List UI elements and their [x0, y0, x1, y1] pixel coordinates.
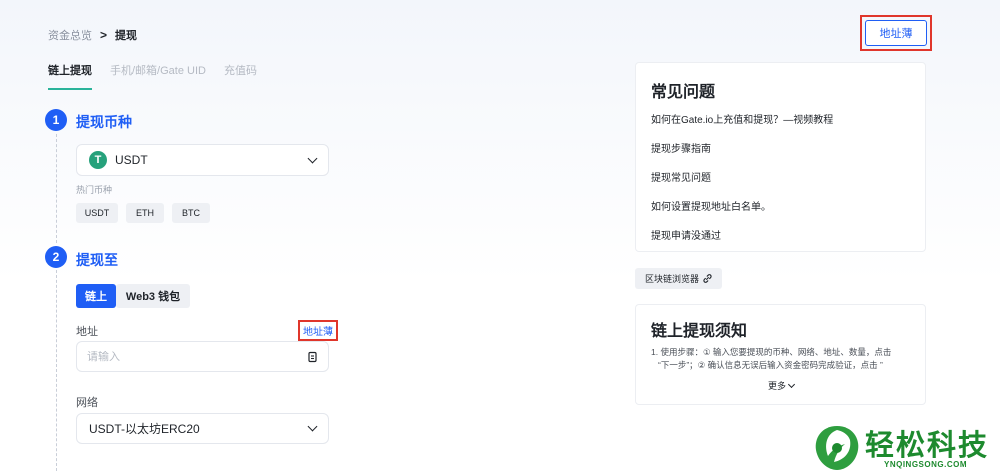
watermark-logo: 轻松科技 YNQINGSONG.COM [812, 420, 998, 471]
step-1-title: 提现币种 [76, 114, 132, 130]
step-2-badge: 2 [45, 246, 67, 268]
step-2-title: 提现至 [76, 252, 118, 268]
tether-icon: T [89, 151, 107, 169]
hot-coin-btc[interactable]: BTC [172, 203, 210, 223]
chevron-down-icon [787, 380, 796, 388]
tab-gift-code[interactable]: 充值码 [224, 62, 257, 90]
address-label: 地址 [76, 326, 98, 338]
address-input-wrapper [76, 341, 329, 372]
address-input[interactable] [87, 350, 307, 363]
more-label: 更多 [768, 381, 787, 391]
explorer-label: 区块链浏览器 [644, 274, 699, 284]
segment-onchain[interactable]: 链上 [76, 284, 116, 308]
watermark-url: YNQINGSONG.COM [884, 460, 968, 469]
address-book-button[interactable]: 地址薄 [865, 20, 927, 46]
breadcrumb: 资金总览 > 提现 [48, 27, 137, 43]
network-select[interactable]: USDT-以太坊ERC20 [76, 413, 329, 444]
hot-coin-eth[interactable]: ETH [126, 203, 164, 223]
faq-item[interactable]: 提现步骤指南 [651, 140, 711, 155]
faq-title: 常见问题 [651, 84, 716, 101]
hot-coin-usdt[interactable]: USDT [76, 203, 118, 223]
breadcrumb-separator: > [100, 28, 108, 42]
segment-web3-wallet[interactable]: Web3 钱包 [116, 284, 190, 308]
selected-coin: USDT [115, 153, 148, 167]
notice-line-1: 1. 使用步骤：① 输入您要提现的币种、网络、地址、数量，点击 [651, 347, 892, 357]
breadcrumb-parent[interactable]: 资金总览 [48, 27, 92, 43]
step-connector [56, 134, 57, 243]
hot-coins-label: 热门币种 [76, 185, 113, 195]
step-1-badge: 1 [45, 109, 67, 131]
network-label: 网络 [76, 397, 98, 409]
watermark-text: 轻松科技 [865, 428, 990, 462]
leaf-logo-icon [815, 426, 859, 470]
faq-item[interactable]: 如何设置提现地址白名单。 [651, 198, 771, 213]
tab-onchain[interactable]: 链上提现 [48, 62, 92, 90]
selected-network: USDT-以太坊ERC20 [89, 422, 200, 436]
faq-item[interactable]: 如何在Gate.io上充值和提现？—视频教程 [651, 111, 833, 126]
chevron-down-icon [307, 421, 318, 432]
more-toggle[interactable]: 更多 [768, 379, 796, 392]
blockchain-explorer-button[interactable]: 区块链浏览器 [635, 268, 722, 289]
faq-item[interactable]: 提现常见问题 [651, 169, 711, 184]
notice-line-2: “下一步”；② 确认信息无误后输入资金密码完成验证，点击 ” [658, 360, 883, 370]
coin-select[interactable]: T USDT [76, 144, 329, 176]
breadcrumb-current: 提现 [115, 30, 138, 42]
address-book-link[interactable]: 地址薄 [298, 320, 338, 341]
tab-internal-transfer[interactable]: 手机/邮箱/Gate UID [110, 62, 206, 90]
address-book-highlight: 地址薄 [860, 15, 932, 51]
faq-item[interactable]: 提现申请没通过 [651, 227, 721, 242]
withdraw-notice-card: 链上提现须知 1. 使用步骤：① 输入您要提现的币种、网络、地址、数量，点击 “… [635, 304, 926, 405]
link-icon [703, 274, 712, 283]
faq-card: 常见问题 如何在Gate.io上充值和提现？—视频教程 提现步骤指南 提现常见问… [635, 62, 926, 252]
paste-icon[interactable] [307, 351, 318, 363]
chevron-down-icon [307, 153, 318, 163]
withdraw-tabs: 链上提现 手机/邮箱/Gate UID 充值码 [48, 62, 257, 90]
notice-title: 链上提现须知 [651, 323, 748, 340]
step-connector [56, 270, 57, 471]
